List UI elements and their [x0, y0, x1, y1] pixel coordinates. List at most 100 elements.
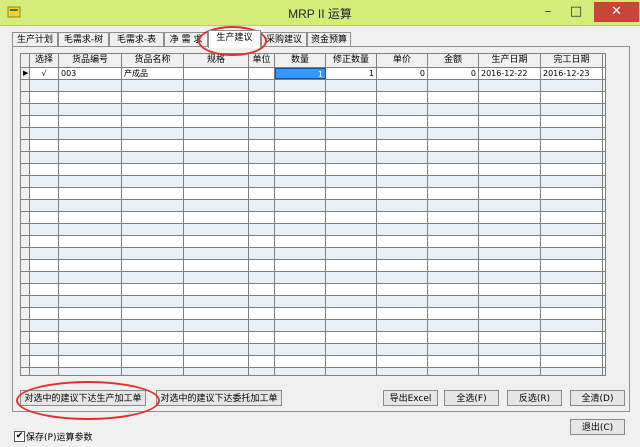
empty-cell: [377, 356, 428, 367]
empty-cell: [326, 140, 377, 151]
empty-cell: [21, 116, 30, 127]
empty-cell: [326, 188, 377, 199]
empty-cell: [21, 236, 30, 247]
issue-outsource-order-button[interactable]: 对选中的建议下达委托加工单: [156, 390, 282, 406]
prod-date-cell[interactable]: 2016-12-22: [479, 68, 541, 79]
tab-gross-req-tree[interactable]: 毛需求-树: [58, 32, 109, 47]
spec-cell[interactable]: [184, 68, 249, 79]
empty-cell: [122, 152, 184, 163]
empty-cell: [30, 236, 59, 247]
tab-purchase-suggestion[interactable]: 采购建议: [261, 32, 307, 47]
empty-cell: [249, 200, 275, 211]
header-finish-date[interactable]: 完工日期: [541, 54, 603, 67]
empty-cell: [377, 140, 428, 151]
empty-cell: [275, 368, 326, 375]
empty-cell: [326, 236, 377, 247]
empty-cell: [326, 248, 377, 259]
empty-cell: [541, 332, 603, 343]
code-cell[interactable]: 003: [59, 68, 122, 79]
empty-cell: [21, 284, 30, 295]
select-cell[interactable]: √: [30, 68, 59, 79]
empty-cell: [326, 332, 377, 343]
invert-select-button[interactable]: 反选(R): [507, 390, 562, 406]
empty-cell: [59, 164, 122, 175]
header-price[interactable]: 单价: [377, 54, 428, 67]
empty-cell: [377, 368, 428, 375]
export-excel-button[interactable]: 导出Excel: [383, 390, 438, 406]
empty-cell: [479, 164, 541, 175]
suggestion-grid[interactable]: 选择 货品编号 货品名称 规格 单位 数量 修正数量 单价 金额 生产日期 完工…: [20, 53, 606, 376]
maximize-button[interactable]: □: [563, 2, 589, 22]
empty-cell: [21, 344, 30, 355]
empty-cell: [326, 92, 377, 103]
empty-cell: [249, 80, 275, 91]
price-cell[interactable]: 0: [377, 68, 428, 79]
header-spec[interactable]: 规格: [184, 54, 249, 67]
amount-cell[interactable]: 0: [428, 68, 479, 79]
name-cell[interactable]: 产成品: [122, 68, 184, 79]
empty-cell: [122, 356, 184, 367]
save-params-checkbox[interactable]: ✔: [14, 431, 25, 442]
empty-cell: [21, 296, 30, 307]
empty-cell: [30, 272, 59, 283]
header-adj-qty[interactable]: 修正数量: [326, 54, 377, 67]
tab-gross-req-table[interactable]: 毛需求-表: [109, 32, 164, 47]
empty-cell: [30, 152, 59, 163]
empty-cell: [479, 140, 541, 151]
header-select[interactable]: 选择: [30, 54, 59, 67]
empty-cell: [275, 188, 326, 199]
issue-production-order-button[interactable]: 对选中的建议下达生产加工单: [20, 390, 146, 406]
empty-cell: [541, 224, 603, 235]
select-all-button[interactable]: 全选(F): [444, 390, 499, 406]
empty-row: [21, 356, 605, 368]
empty-cell: [541, 164, 603, 175]
header-qty[interactable]: 数量: [275, 54, 326, 67]
empty-cell: [122, 128, 184, 139]
unit-cell[interactable]: [249, 68, 275, 79]
tab-production-plan[interactable]: 生产计划: [12, 32, 58, 47]
empty-cell: [275, 92, 326, 103]
empty-row: [21, 176, 605, 188]
finish-date-cell[interactable]: 2016-12-23: [541, 68, 603, 79]
header-name[interactable]: 货品名称: [122, 54, 184, 67]
header-prod-date[interactable]: 生产日期: [479, 54, 541, 67]
empty-cell: [479, 296, 541, 307]
empty-cell: [30, 320, 59, 331]
empty-row: [21, 320, 605, 332]
empty-cell: [541, 272, 603, 283]
empty-cell: [184, 200, 249, 211]
exit-button[interactable]: 退出(C): [570, 419, 625, 435]
tab-net-req[interactable]: 净 需 求: [164, 32, 208, 47]
minimize-button[interactable]: –: [535, 2, 561, 22]
tab-fund-budget[interactable]: 资金预算: [307, 32, 351, 47]
close-button[interactable]: ✕: [594, 2, 639, 22]
qty-cell[interactable]: 1: [275, 68, 326, 79]
empty-cell: [122, 296, 184, 307]
tab-production-suggestion[interactable]: 生产建议: [208, 30, 261, 48]
empty-cell: [122, 284, 184, 295]
empty-cell: [184, 188, 249, 199]
empty-cell: [30, 176, 59, 187]
adj-qty-cell[interactable]: 1: [326, 68, 377, 79]
empty-cell: [377, 236, 428, 247]
table-row[interactable]: ▶ √ 003 产成品 1 1 0 0 2016-12-22 2016-12-2…: [21, 68, 605, 80]
empty-cell: [377, 332, 428, 343]
empty-cell: [275, 224, 326, 235]
empty-cell: [377, 188, 428, 199]
empty-row: [21, 80, 605, 92]
empty-cell: [59, 344, 122, 355]
header-unit[interactable]: 单位: [249, 54, 275, 67]
empty-cell: [377, 152, 428, 163]
empty-cell: [479, 200, 541, 211]
empty-cell: [59, 332, 122, 343]
header-code[interactable]: 货品编号: [59, 54, 122, 67]
empty-cell: [59, 368, 122, 375]
header-amount[interactable]: 金额: [428, 54, 479, 67]
empty-cell: [541, 296, 603, 307]
empty-cell: [21, 80, 30, 91]
empty-cell: [59, 188, 122, 199]
empty-cell: [377, 284, 428, 295]
empty-cell: [479, 308, 541, 319]
clear-all-button[interactable]: 全清(D): [570, 390, 625, 406]
empty-cell: [59, 128, 122, 139]
